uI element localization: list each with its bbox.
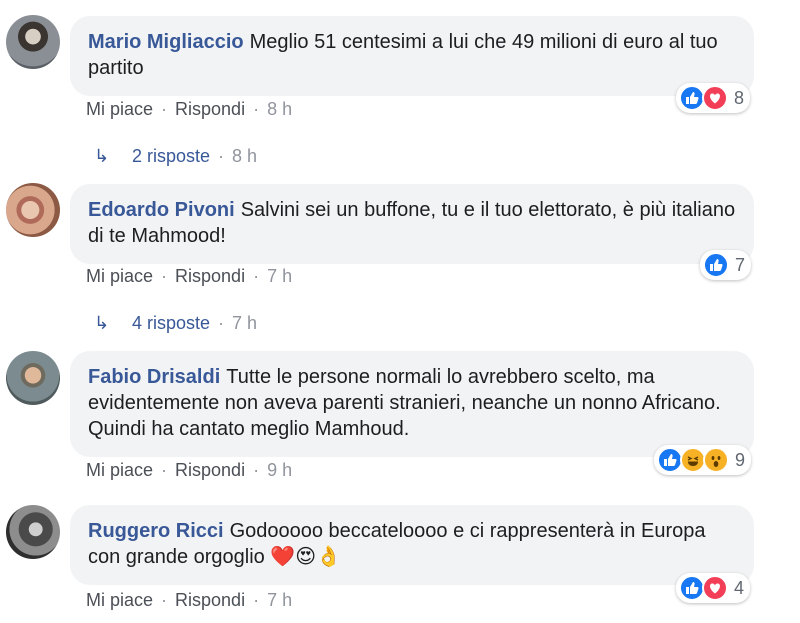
like-link[interactable]: Mi piace (86, 99, 153, 120)
avatar[interactable] (6, 351, 60, 405)
like-link[interactable]: Mi piace (86, 266, 153, 287)
timestamp[interactable]: 7 h (267, 266, 292, 287)
separator: · (161, 590, 168, 610)
emoji-heart-eyes-ok-icon: ❤️😍👌 (270, 546, 342, 568)
comment-author[interactable]: Fabio Drisaldi (88, 366, 220, 388)
separator: · (218, 313, 225, 333)
replies-count-link[interactable]: 2 risposte (132, 146, 210, 167)
comment-bubble: Fabio Drisaldi Tutte le persone normali l… (70, 351, 754, 457)
separator: · (161, 266, 168, 286)
separator: · (253, 590, 260, 610)
love-icon (702, 575, 728, 601)
comment-author[interactable]: Edoardo Pivoni (88, 199, 235, 221)
reaction-count: 7 (735, 254, 746, 275)
view-replies[interactable]: ↳ 4 risposte · 7 h (94, 313, 257, 334)
comment-actions: Mi piace · Rispondi · 9 h (86, 460, 292, 481)
reply-arrow-icon: ↳ (94, 146, 110, 166)
reaction-count: 8 (734, 87, 745, 108)
replies-time: 7 h (232, 313, 258, 333)
comment-bubble: Mario Migliaccio Meglio 51 centesimi a lu… (70, 16, 754, 96)
timestamp[interactable]: 7 h (267, 590, 292, 611)
comment-actions: Mi piace · Rispondi · 7 h (86, 266, 292, 287)
comment-bubble: Edoardo Pivoni Salvini sei un buffone, tu… (70, 184, 754, 264)
timestamp[interactable]: 8 h (267, 99, 292, 120)
separator: · (218, 146, 225, 166)
avatar[interactable] (6, 15, 60, 69)
comment-author[interactable]: Ruggero Ricci (88, 520, 224, 542)
timestamp[interactable]: 9 h (267, 460, 292, 481)
reply-link[interactable]: Rispondi (175, 266, 245, 287)
avatar[interactable] (6, 505, 60, 559)
reaction-summary[interactable]: 8 (676, 83, 751, 113)
comment-actions: Mi piace · Rispondi · 7 h (86, 590, 292, 611)
reply-link[interactable]: Rispondi (175, 460, 245, 481)
like-icon (703, 252, 729, 278)
separator: · (253, 460, 260, 480)
reaction-count: 9 (735, 449, 746, 470)
comment-actions: Mi piace · Rispondi · 8 h (86, 99, 292, 120)
replies-time: 8 h (232, 146, 258, 166)
reaction-summary[interactable]: 4 (676, 573, 751, 603)
view-replies[interactable]: ↳ 2 risposte · 8 h (94, 146, 257, 167)
comment-author[interactable]: Mario Migliaccio (88, 31, 244, 53)
reply-link[interactable]: Rispondi (175, 99, 245, 120)
comment-bubble: Ruggero Ricci Godooooo beccateloooo e ci … (70, 505, 754, 585)
like-link[interactable]: Mi piace (86, 460, 153, 481)
avatar[interactable] (6, 183, 60, 237)
reply-link[interactable]: Rispondi (175, 590, 245, 611)
separator: · (253, 99, 260, 119)
reaction-summary[interactable]: 7 (700, 250, 752, 280)
reaction-count: 4 (734, 577, 745, 598)
love-icon (702, 85, 728, 111)
separator: · (253, 266, 260, 286)
separator: · (161, 99, 168, 119)
reply-arrow-icon: ↳ (94, 313, 110, 333)
like-link[interactable]: Mi piace (86, 590, 153, 611)
wow-icon (703, 447, 729, 473)
separator: · (161, 460, 168, 480)
reaction-summary[interactable]: 9 (654, 445, 752, 475)
replies-count-link[interactable]: 4 risposte (132, 313, 210, 334)
